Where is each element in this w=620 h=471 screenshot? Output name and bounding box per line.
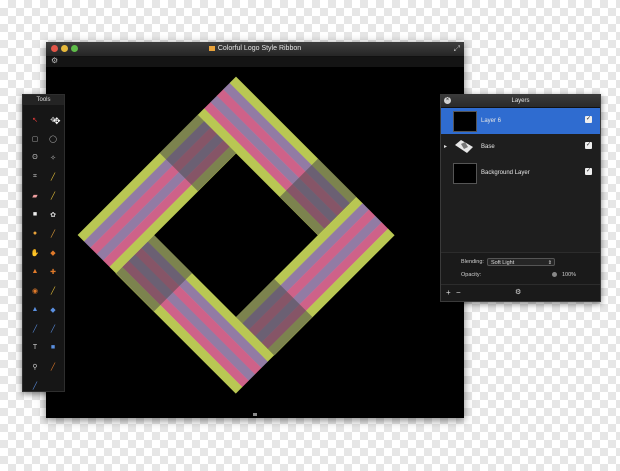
tools-panel: Tools ↖ ✥ ▢ ◯ ʘ ✧ ⌗ ╱ ▰ ╱ ■ ✿ ● ╱ ✋ ◆ ▲ ✚ ◉ ╱ ▲ ◆ ╱ ╱ T ■ ⚲ ╱ ╱ — [22, 94, 65, 392]
opacity-slider-knob[interactable] — [552, 272, 557, 277]
layer-thumbnail — [455, 140, 473, 153]
fill-rect-icon[interactable]: ■ — [26, 205, 44, 224]
window-titlebar[interactable]: Colorful Logo Style Ribbon ⤢ — [46, 42, 464, 57]
move-cursor-icon: ✥ — [53, 116, 61, 126]
layer-row-background[interactable]: Background Layer ✓ — [441, 160, 600, 186]
ellipse-select-icon[interactable]: ◯ — [44, 129, 62, 148]
document-toolbar: ⚙ — [46, 56, 464, 67]
layer-row-layer-6[interactable]: Layer 6 ✓ — [441, 108, 600, 134]
text-icon[interactable]: T — [26, 338, 44, 357]
ribbon-artwork — [77, 76, 395, 394]
eraser-icon[interactable]: ▰ — [26, 186, 44, 205]
visibility-checkbox[interactable]: ✓ — [585, 142, 592, 149]
layers-titlebar: × Layers — [441, 95, 600, 108]
document-icon — [208, 46, 215, 51]
window-title: Colorful Logo Style Ribbon — [46, 44, 464, 54]
tools-panel-title: Tools — [23, 95, 64, 105]
blur-icon[interactable]: ╱ — [44, 281, 62, 300]
line-icon[interactable]: ╱ — [26, 319, 44, 338]
stamp-icon[interactable]: ✿ — [44, 205, 62, 224]
blending-label: Blending: — [461, 259, 484, 265]
layer-name: Layer 6 — [481, 118, 502, 124]
gear-icon[interactable]: ⚙ — [515, 288, 521, 298]
rect-select-icon[interactable]: ▢ — [26, 129, 44, 148]
blending-select[interactable]: Soft Light ⇕ — [487, 258, 555, 266]
opacity-value: 100% — [562, 272, 577, 278]
clone-icon[interactable]: ▲ — [26, 262, 44, 281]
shape-icon[interactable]: ■ — [44, 338, 62, 357]
brush-icon[interactable]: ╱ — [44, 224, 62, 243]
canvas[interactable] — [46, 67, 464, 418]
remove-layer-button[interactable]: − — [456, 288, 461, 298]
layer-name: Background Layer — [481, 170, 530, 176]
drop-icon[interactable]: ◆ — [44, 300, 62, 319]
red-eye-icon[interactable]: ◉ — [26, 281, 44, 300]
visibility-checkbox[interactable]: ✓ — [585, 116, 592, 123]
hand-icon[interactable]: ╱ — [26, 376, 44, 395]
layer-thumbnail — [453, 163, 477, 184]
expand-icon[interactable]: ▸ — [444, 143, 447, 150]
layers-panel: × Layers Layer 6 ✓ ▸ Base ✓ Background L… — [440, 94, 601, 302]
window-title-text: Colorful Logo Style Ribbon — [217, 45, 302, 52]
resize-handle[interactable] — [253, 413, 257, 416]
layer-row-base[interactable]: ▸ Base ✓ — [441, 134, 600, 160]
magic-wand-icon[interactable]: ✧ — [44, 148, 62, 167]
gradient-icon[interactable]: ╱ — [44, 319, 62, 338]
visibility-checkbox[interactable]: ✓ — [585, 168, 592, 175]
smudge-icon[interactable]: ✋ — [26, 243, 44, 262]
layers-footer: + − ⚙ — [441, 284, 600, 301]
gear-icon[interactable]: ⚙ — [51, 56, 58, 65]
tool-grid: ↖ ✥ ▢ ◯ ʘ ✧ ⌗ ╱ ▰ ╱ ■ ✿ ● ╱ ✋ ◆ ▲ ✚ ◉ ╱ ▲ ◆ ╱ ╱ T ■ ⚲ ╱ ╱ — [26, 110, 62, 395]
sharpen-icon[interactable]: ▲ — [26, 300, 44, 319]
crop-icon[interactable]: ⌗ — [26, 167, 44, 186]
document-window: Colorful Logo Style Ribbon ⤢ ⚙ — [46, 42, 464, 418]
lasso-icon[interactable]: ʘ — [26, 148, 44, 167]
layers-panel-title: Layers — [511, 98, 530, 104]
opacity-label: Opacity: — [461, 272, 482, 278]
sponge-icon[interactable]: ● — [26, 224, 44, 243]
arrow-icon[interactable]: ↖ — [26, 110, 44, 129]
pen-icon[interactable]: ╱ — [44, 357, 62, 376]
pencil-icon[interactable]: ╱ — [44, 186, 62, 205]
chevron-updown-icon: ⇕ — [547, 260, 552, 266]
close-icon[interactable]: × — [444, 97, 451, 104]
add-layer-button[interactable]: + — [446, 288, 451, 298]
fullscreen-icon[interactable]: ⤢ — [454, 44, 460, 54]
eyedropper-icon[interactable]: ╱ — [44, 167, 62, 186]
burn-icon[interactable]: ◆ — [44, 243, 62, 262]
layer-thumbnail — [453, 111, 477, 132]
heal-icon[interactable]: ✚ — [44, 262, 62, 281]
blending-value: Soft Light — [491, 260, 515, 266]
layer-name: Base — [481, 144, 495, 150]
layer-properties: Blending: Soft Light ⇕ Opacity: 100% — [441, 252, 600, 285]
zoom-icon[interactable]: ⚲ — [26, 357, 44, 376]
